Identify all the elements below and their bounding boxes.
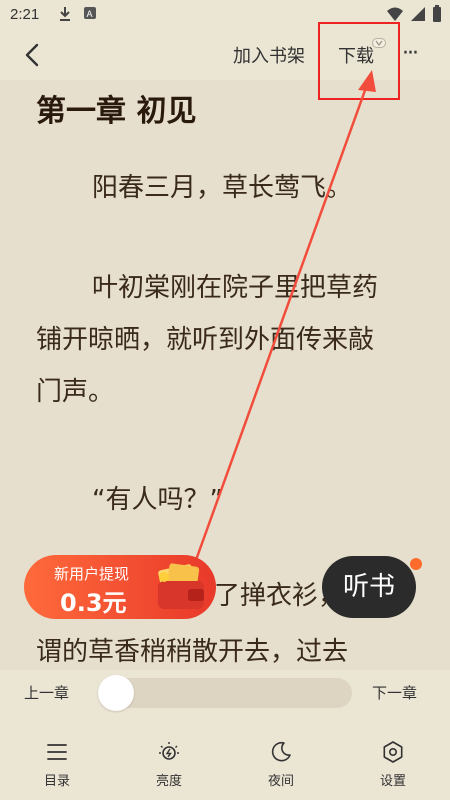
- nav-brightness[interactable]: 亮度: [139, 740, 199, 789]
- paragraph: “有人吗？”: [92, 485, 223, 515]
- new-user-cashout-banner[interactable]: 新用户提现 0.3元: [24, 555, 216, 619]
- add-to-shelf-button[interactable]: 加入书架: [233, 42, 305, 68]
- more-menu-button[interactable]: ···: [402, 41, 419, 66]
- brightness-icon: [159, 742, 179, 760]
- paragraph: 叶初棠刚在院子里把草药: [92, 273, 379, 303]
- paragraph: 谓的草香稍稍散开去，过去: [36, 637, 349, 667]
- listen-book-button[interactable]: 听书: [322, 556, 416, 618]
- paragraph: 铺开晾晒，就听到外面传来敲: [36, 325, 375, 355]
- next-chapter-button[interactable]: 下一章: [372, 682, 417, 703]
- nav-label: 目录: [43, 774, 70, 789]
- settings-icon: [383, 741, 403, 763]
- nav-label: 夜间: [267, 774, 294, 789]
- nav-label: 设置: [379, 774, 406, 789]
- reader-bottom-panel: 上一章 下一章 目录 亮度 夜间 设置: [0, 670, 450, 800]
- progress-slider-handle[interactable]: [98, 675, 134, 711]
- promo-line1: 新用户提现: [54, 565, 130, 583]
- nav-catalog[interactable]: 目录: [27, 740, 87, 789]
- download-status-icon: [60, 7, 70, 21]
- moon-icon: [271, 741, 291, 762]
- signal-icon: [411, 7, 425, 21]
- svg-text:A: A: [87, 9, 93, 19]
- battery-icon: [433, 5, 441, 22]
- chapter-title: 第一章 初见: [36, 94, 197, 129]
- notification-dot: [410, 558, 422, 570]
- list-icon: [47, 744, 67, 760]
- app-notification-icon: A: [84, 7, 96, 19]
- promo-amount: 0.3元: [60, 589, 127, 617]
- prev-chapter-button[interactable]: 上一章: [24, 682, 69, 703]
- download-highlight-box: [318, 22, 400, 100]
- nav-settings[interactable]: 设置: [363, 740, 423, 789]
- status-time: 2:21: [10, 6, 40, 23]
- paragraph: 门声。: [36, 377, 115, 407]
- back-icon[interactable]: [18, 40, 48, 70]
- nav-night-mode[interactable]: 夜间: [251, 740, 311, 789]
- wifi-icon: [387, 7, 403, 21]
- chapter-progress-slider[interactable]: [98, 678, 352, 708]
- wallet-icon: [158, 563, 204, 609]
- paragraph: 阳春三月，草长莺飞。: [92, 173, 353, 203]
- nav-label: 亮度: [155, 774, 182, 789]
